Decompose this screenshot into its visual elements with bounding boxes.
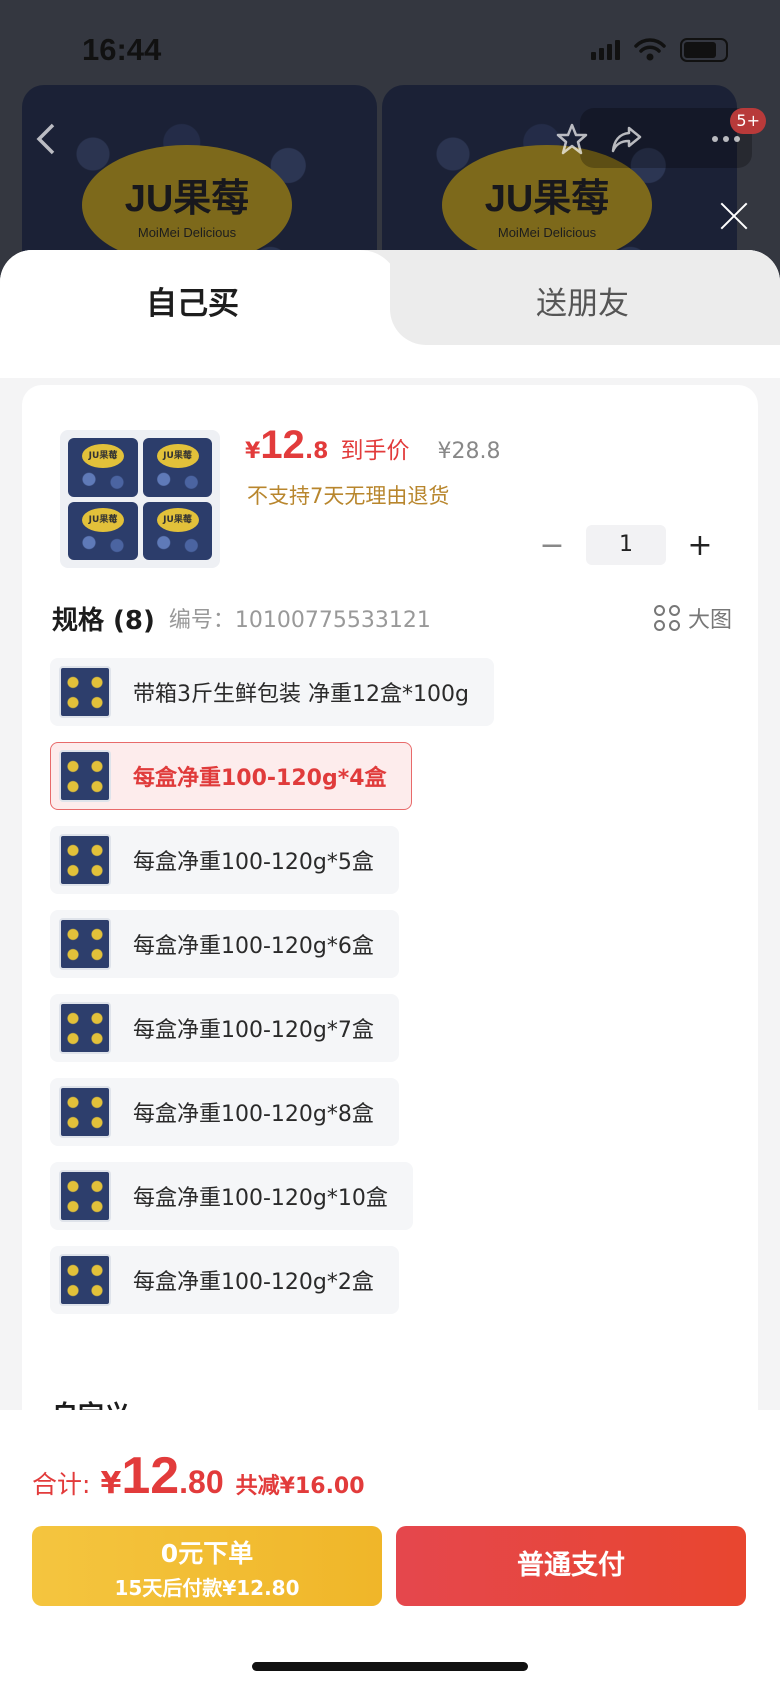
product-thumbnail[interactable] [60, 430, 220, 568]
price-currency: ¥ [245, 439, 261, 464]
wifi-icon [634, 38, 666, 61]
spec-thumbnail [59, 834, 111, 886]
purchase-tabs: 自己买 送朋友 [0, 250, 780, 378]
star-icon[interactable] [548, 115, 596, 163]
spec-option[interactable]: 每盒净重100-120g*2盒 [50, 1246, 399, 1314]
normal-pay-button[interactable]: 普通支付 [396, 1526, 746, 1606]
spec-option-selected[interactable]: 每盒净重100-120g*4盒 [50, 742, 412, 810]
spec-option-label: 每盒净重100-120g*10盒 [133, 1186, 388, 1211]
order-total: 合计: ¥ 12 .80 共减¥16.00 [32, 1446, 365, 1506]
spec-thumbnail [59, 750, 111, 802]
quantity-input[interactable]: 1 [586, 525, 666, 565]
spec-option-label: 每盒净重100-120g*4盒 [133, 766, 387, 791]
status-icons [591, 38, 728, 62]
spec-option[interactable]: 每盒净重100-120g*10盒 [50, 1162, 413, 1230]
pay-later-subtitle: 15天后付款¥12.80 [114, 1576, 300, 1600]
spec-title: 规格 (8) [52, 605, 155, 636]
price-label: 到手价 [340, 438, 410, 464]
big-image-label: 大图 [687, 608, 732, 633]
spec-option-label: 每盒净重100-120g*5盒 [133, 850, 374, 875]
total-decimal: .80 [179, 1464, 224, 1500]
total-label: 合计: [32, 1470, 91, 1499]
pay-later-title: 0元下单 [160, 1539, 254, 1568]
spec-option[interactable]: 每盒净重100-120g*7盒 [50, 994, 399, 1062]
total-integer: 12 [121, 1447, 180, 1505]
spec-thumbnail [59, 1170, 111, 1222]
big-image-button[interactable]: 大图 [653, 602, 732, 634]
product-options-card: ¥ 12 .8 到手价 ¥28.8 不支持7天无理由退货 − 1 + 规格 (8… [22, 385, 758, 1585]
spec-option-label: 每盒净重100-120g*7盒 [133, 1018, 374, 1043]
status-bar: 16:44 [0, 0, 780, 100]
spec-option-label: 带箱3斤生鲜包装 净重12盒*100g [133, 682, 469, 707]
spec-option[interactable]: 每盒净重100-120g*8盒 [50, 1078, 399, 1146]
home-indicator[interactable] [252, 1662, 528, 1671]
tab-gift-friend-label[interactable]: 送朋友 [536, 278, 629, 323]
tab-self-buy-label[interactable]: 自己买 [146, 278, 239, 323]
plus-icon[interactable]: + [680, 525, 720, 565]
spec-thumbnail [59, 666, 111, 718]
spec-thumbnail [59, 1002, 111, 1054]
spec-thumbnail [59, 1254, 111, 1306]
spec-option[interactable]: 带箱3斤生鲜包装 净重12盒*100g [50, 658, 494, 726]
share-icon[interactable] [602, 115, 650, 163]
spec-option[interactable]: 每盒净重100-120g*6盒 [50, 910, 399, 978]
spec-options: 带箱3斤生鲜包装 净重12盒*100g 每盒净重100-120g*4盒 每盒净重… [50, 658, 730, 1330]
spec-thumbnail [59, 1086, 111, 1138]
spec-thumbnail [59, 918, 111, 970]
return-policy: 不支持7天无理由退货 [247, 484, 450, 508]
price-integer: 12 [260, 423, 305, 467]
sku-number: 编号：10100775533121 [168, 608, 431, 633]
total-saving: 共减¥16.00 [235, 1474, 365, 1499]
spec-option-label: 每盒净重100-120g*8盒 [133, 1102, 374, 1127]
price-decimal: .8 [304, 439, 329, 464]
status-time: 16:44 [82, 32, 162, 67]
battery-icon [680, 38, 728, 62]
spec-option[interactable]: 每盒净重100-120g*5盒 [50, 826, 399, 894]
pay-later-button[interactable]: 0元下单 15天后付款¥12.80 [32, 1526, 382, 1606]
back-arrow-icon[interactable] [22, 115, 70, 163]
grid-icon [653, 605, 680, 631]
checkout-footer: 合计: ¥ 12 .80 共减¥16.00 0元下单 15天后付款¥12.80 … [0, 1410, 780, 1688]
total-currency: ¥ [100, 1466, 122, 1501]
cart-badge: 5+ [730, 108, 766, 134]
quantity-stepper: − 1 + [532, 525, 720, 565]
spec-option-label: 每盒净重100-120g*2盒 [133, 1270, 374, 1295]
close-icon[interactable] [718, 200, 750, 232]
price-line: ¥ 12 .8 到手价 ¥28.8 [245, 423, 500, 468]
signal-icon [591, 40, 620, 60]
spec-header: 规格 (8) 编号：10100775533121 大图 [52, 598, 732, 638]
minus-icon[interactable]: − [532, 525, 572, 565]
spec-option-label: 每盒净重100-120g*6盒 [133, 934, 374, 959]
original-price: ¥28.8 [437, 439, 501, 464]
